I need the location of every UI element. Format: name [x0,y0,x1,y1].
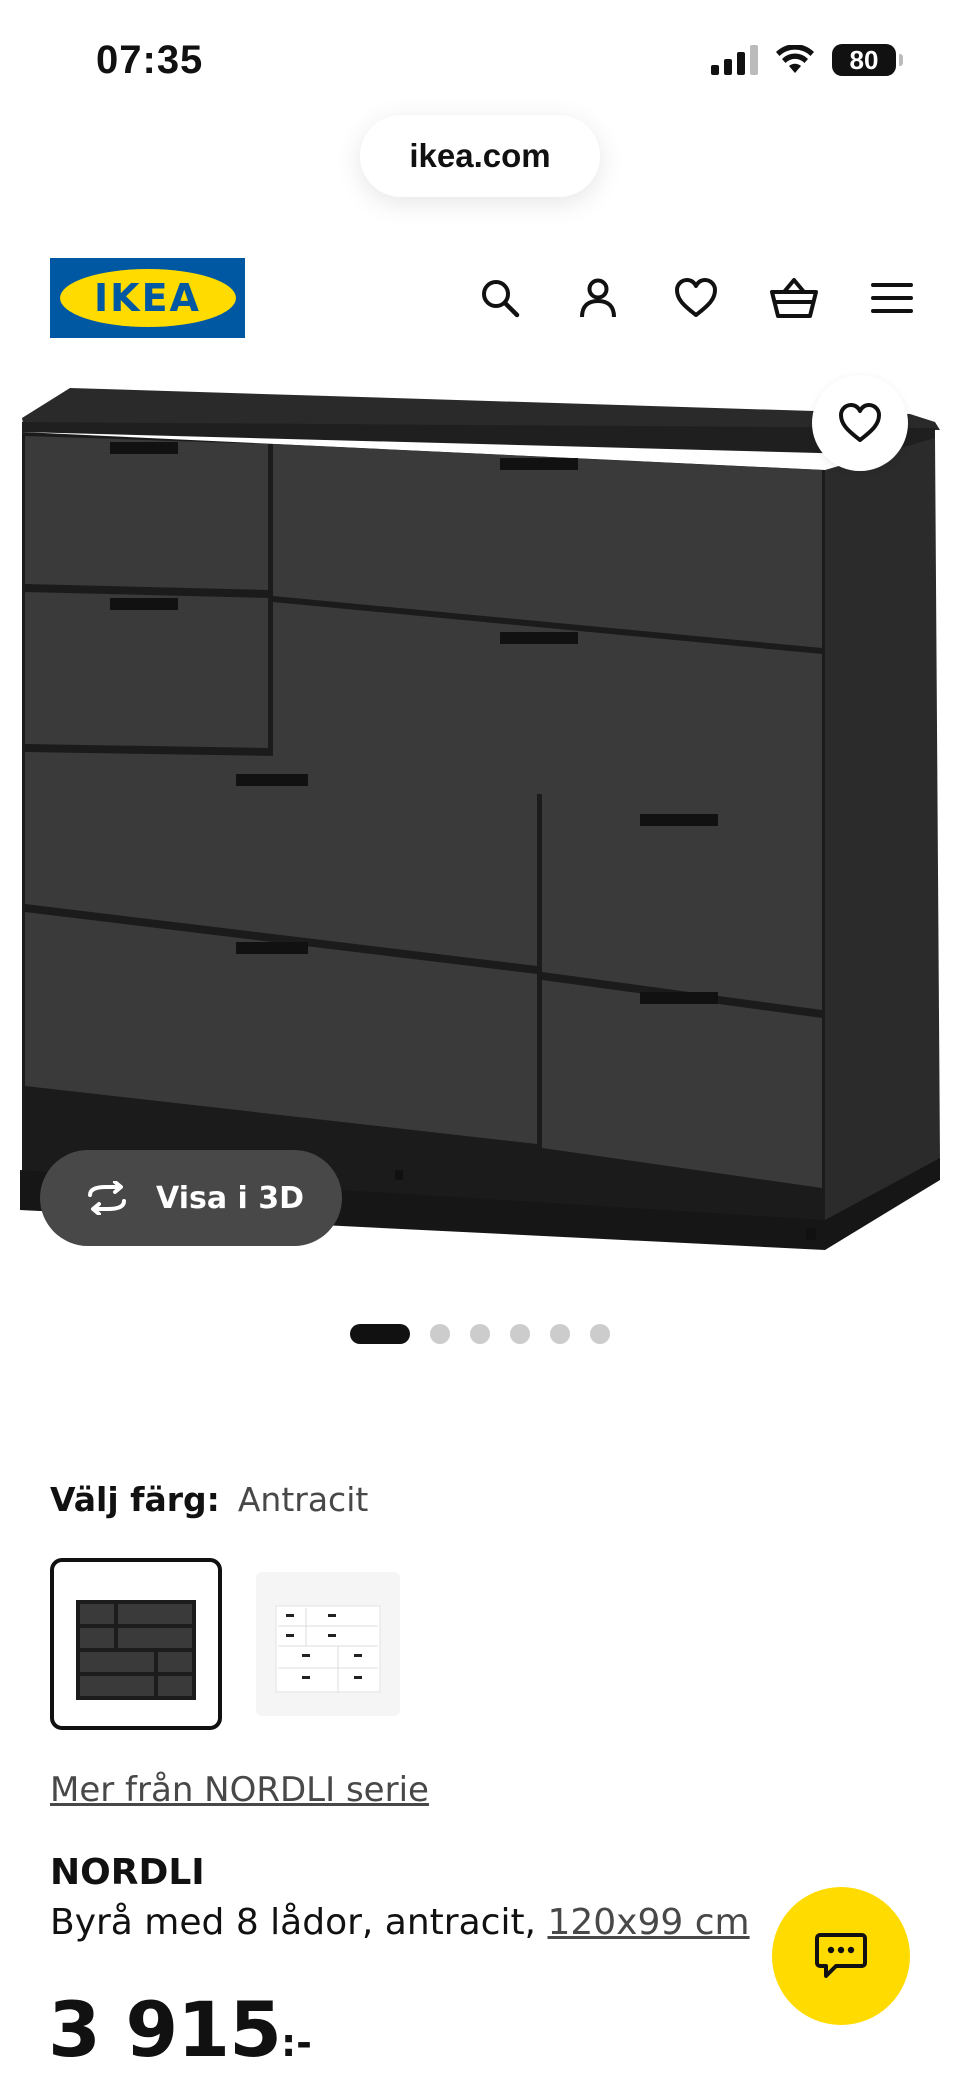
heart-icon [839,403,881,442]
carousel-dot[interactable] [590,1324,610,1344]
add-to-favorites-button[interactable] [812,375,908,471]
user-icon[interactable] [570,270,626,326]
status-time: 07:35 [96,38,204,82]
chat-icon [815,1933,867,1978]
heart-icon[interactable] [668,270,724,326]
url-bar[interactable]: ikea.com [360,115,600,197]
carousel-dot[interactable] [550,1324,570,1344]
carousel-dot[interactable] [350,1324,410,1344]
search-icon[interactable] [472,270,528,326]
cart-icon[interactable] [766,270,822,326]
product-name: NORDLI [50,1852,205,1893]
product-description-text: Byrå med 8 lådor, antracit, [50,1902,536,1943]
status-icons: 80 [711,44,903,76]
product-description: Byrå med 8 lådor, antracit, 120x99 cm [50,1902,750,1943]
battery-indicator: 80 [832,44,903,76]
chat-button[interactable] [772,1887,910,2025]
view-3d-button[interactable]: Visa i 3D [40,1150,342,1246]
product-image[interactable] [0,370,960,1250]
color-label: Välj färg: [50,1480,220,1519]
logo-text: IKEA [94,276,201,320]
swatch-vit[interactable] [256,1572,400,1716]
header-nav [472,270,920,326]
color-selector: Välj färg: Antracit [50,1480,368,1519]
carousel-dot[interactable] [470,1324,490,1344]
site-header: IKEA [0,250,960,350]
swatch-antracit[interactable] [50,1558,222,1730]
dresser-illustration [20,388,940,1250]
rotate-3d-icon [88,1181,126,1215]
view-3d-label: Visa i 3D [156,1180,305,1216]
swatch-antracit-thumb [76,1600,196,1700]
product-dimensions-link[interactable]: 120x99 cm [547,1902,749,1943]
series-link[interactable]: Mer från NORDLI serie [50,1770,429,1810]
wifi-icon [776,45,814,73]
price-suffix: :- [280,2021,312,2065]
carousel-dot[interactable] [430,1324,450,1344]
swatch-vit-thumb [275,1605,381,1693]
image-carousel-dots [350,1324,610,1344]
product-price: 3 915:- [48,1985,312,2074]
status-bar: 07:35 80 [0,0,960,120]
price-amount: 3 915 [48,1985,282,2074]
color-swatches [50,1558,400,1730]
signal-icon [711,45,758,75]
color-value: Antracit [237,1480,369,1519]
carousel-dot[interactable] [510,1324,530,1344]
ikea-logo[interactable]: IKEA [50,258,245,338]
menu-icon[interactable] [864,270,920,326]
